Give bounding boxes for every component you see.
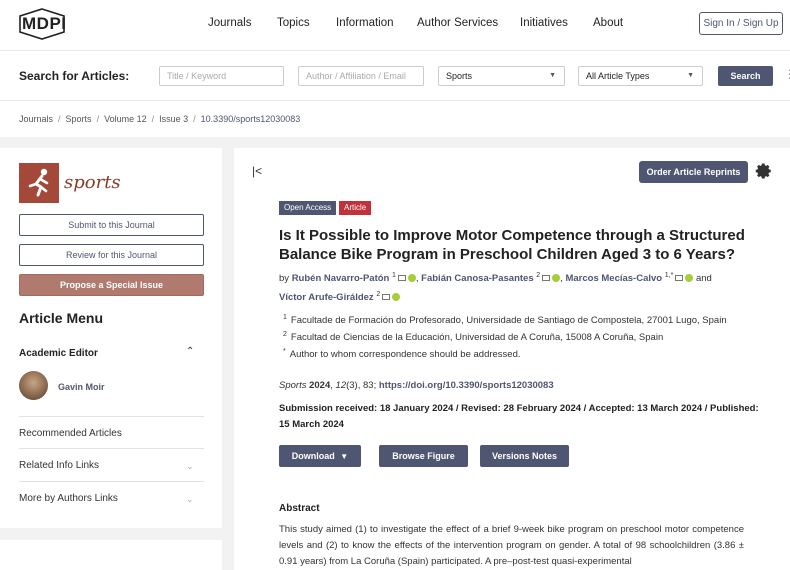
submit-to-journal-button[interactable]: Submit to this Journal: [19, 214, 204, 236]
abstract-heading: Abstract: [279, 503, 320, 514]
versions-notes-button[interactable]: Versions Notes: [480, 445, 569, 467]
affiliation-sup: *: [283, 348, 286, 355]
editor-avatar: [19, 371, 48, 400]
article-menu-title: Article Menu: [19, 310, 104, 326]
breadcrumb-doi[interactable]: 10.3390/sports12030083: [201, 114, 301, 124]
cite-issue-pages: (3), 83;: [346, 380, 377, 391]
order-reprints-button[interactable]: Order Article Reprints: [639, 161, 748, 183]
article-dates: Submission received: 18 January 2024 / R…: [279, 403, 759, 430]
author-input[interactable]: Author / Affiliation / Email: [298, 66, 424, 86]
article-type-select[interactable]: All Article Types ▼: [578, 66, 703, 86]
nav-author-services[interactable]: Author Services: [417, 17, 498, 29]
orcid-icon[interactable]: [392, 292, 401, 301]
author-name[interactable]: Rubén Navarro-Patón: [292, 273, 390, 284]
signin-button[interactable]: Sign In / Sign Up: [699, 12, 783, 35]
affiliation-item: * Author to whom correspondence should be…: [283, 348, 521, 360]
browse-figure-button[interactable]: Browse Figure: [379, 445, 468, 467]
and-label: and: [695, 273, 712, 285]
mail-icon[interactable]: [675, 274, 684, 281]
mail-icon[interactable]: [382, 293, 391, 300]
chevron-down-icon[interactable]: ⌄: [186, 461, 194, 472]
abstract-text: This study aimed (1) to investigate the …: [279, 524, 744, 567]
cite-volume: 12: [335, 380, 347, 391]
author-name[interactable]: Fabián Canosa-Pasantes: [421, 273, 533, 284]
nav-initiatives[interactable]: Initiatives: [520, 17, 568, 29]
breadcrumb: Journals / Sports / Volume 12/Issue 3/10.339…: [19, 114, 301, 124]
review-for-journal-button[interactable]: Review for this Journal: [19, 244, 204, 266]
nav-information[interactable]: Information: [336, 17, 394, 29]
logo-text: MDPI: [22, 14, 67, 33]
divider: [19, 448, 204, 449]
sidebar-secondary-panel: [0, 540, 222, 570]
divider: [19, 416, 204, 417]
affiliation-sup: 1: [283, 314, 287, 321]
author-name[interactable]: Víctor Arufe-Giráldez: [279, 292, 374, 303]
breadcrumb-volume[interactable]: Volume 12: [104, 114, 147, 124]
mail-icon[interactable]: [542, 274, 551, 281]
affiliation-item: 1 Facultade de Formación do Profesorado, …: [283, 314, 727, 326]
breadcrumb-bar: Journals / Sports / Volume 12/Issue 3/10.339…: [0, 100, 790, 137]
breadcrumb-issue[interactable]: Issue 3: [159, 114, 188, 124]
more-by-authors-links[interactable]: More by Authors Links: [19, 493, 118, 504]
affiliation-item: 2 Facultad de Ciencias de la Educación, U…: [283, 331, 663, 343]
cite-year: 2024: [309, 380, 331, 391]
nav-about[interactable]: About: [593, 17, 623, 29]
author-sup: 1: [391, 272, 396, 279]
running-person-icon: [28, 168, 49, 197]
author-sup: 2: [376, 291, 381, 299]
download-label: Download: [291, 451, 335, 461]
author-sup: 1,*: [664, 272, 674, 279]
top-navbar: MDPI Journals Topics Information Author …: [0, 0, 790, 50]
dropdown-caret-icon: ▼: [687, 72, 694, 79]
journal-select-value: Sports: [446, 71, 473, 81]
citation-line: Sports 2024, 12(3), 83; https://doi.org/…: [279, 380, 554, 391]
download-button[interactable]: Download ▼: [279, 445, 361, 467]
orcid-icon[interactable]: [685, 273, 694, 282]
orcid-icon[interactable]: [552, 273, 561, 282]
author-name[interactable]: Marcos Mecías-Calvo: [565, 273, 662, 284]
left-sidebar: sports Submit to this Journal Review for…: [0, 148, 222, 528]
affiliation-sup: 2: [283, 331, 287, 338]
nav-journals[interactable]: Journals: [208, 17, 251, 29]
chevron-up-icon[interactable]: ⌃: [186, 346, 194, 357]
open-access-badge: Open Access: [279, 201, 337, 215]
divider: [19, 481, 204, 482]
collapse-sidebar-icon[interactable]: |<: [252, 164, 262, 178]
search-bar: Search for Articles: Title / Keyword Aut…: [0, 50, 790, 100]
propose-special-issue-button[interactable]: Propose a Special Issue: [19, 274, 204, 296]
nav-topics[interactable]: Topics: [277, 17, 310, 29]
mdpi-logo[interactable]: MDPI: [18, 8, 66, 40]
dropdown-caret-icon: ▼: [549, 72, 556, 79]
search-button[interactable]: Search: [718, 66, 773, 86]
mail-icon[interactable]: [397, 274, 406, 281]
article-type-badge: Article: [339, 201, 372, 215]
journal-select[interactable]: Sports ▼: [438, 66, 565, 86]
more-options-icon[interactable]: ⋮: [784, 67, 790, 81]
recommended-articles-link[interactable]: Recommended Articles: [19, 428, 122, 439]
article-main: |< Order Article Reprints Open Access Ar…: [234, 148, 790, 570]
chevron-down-icon[interactable]: ⌄: [186, 494, 194, 505]
gear-icon[interactable]: [755, 162, 773, 180]
orcid-icon[interactable]: [407, 273, 416, 282]
breadcrumb-sports[interactable]: Sports: [66, 114, 92, 124]
affiliation-text: Facultad de Ciencias de la Educación, Un…: [290, 332, 664, 344]
by-label: by: [279, 273, 290, 285]
search-label: Search for Articles:: [19, 69, 130, 83]
editor-name[interactable]: Gavin Moir: [58, 382, 105, 392]
journal-logo[interactable]: [19, 163, 59, 203]
author-sup: 2: [536, 272, 541, 279]
cite-doi-link[interactable]: https://doi.org/10.3390/sports12030083: [379, 380, 554, 391]
chevron-down-icon: ▼: [340, 452, 349, 461]
affiliation-text: Author to whom correspondence should be …: [289, 349, 521, 361]
article-title: Is It Possible to Improve Motor Competen…: [279, 227, 745, 263]
title-keyword-input[interactable]: Title / Keyword: [159, 66, 284, 86]
academic-editor-label[interactable]: Academic Editor: [19, 348, 98, 359]
breadcrumb-journals[interactable]: Journals: [19, 114, 53, 124]
author-list: by Rubén Navarro-Patón 1, Fabián Canosa-…: [279, 272, 712, 304]
related-info-links[interactable]: Related Info Links: [19, 460, 99, 471]
affiliation-text: Facultade de Formación do Profesorado, U…: [290, 315, 727, 327]
cite-journal: Sports: [279, 380, 307, 391]
journal-name: sports: [64, 172, 121, 193]
article-type-value: All Article Types: [586, 71, 650, 81]
